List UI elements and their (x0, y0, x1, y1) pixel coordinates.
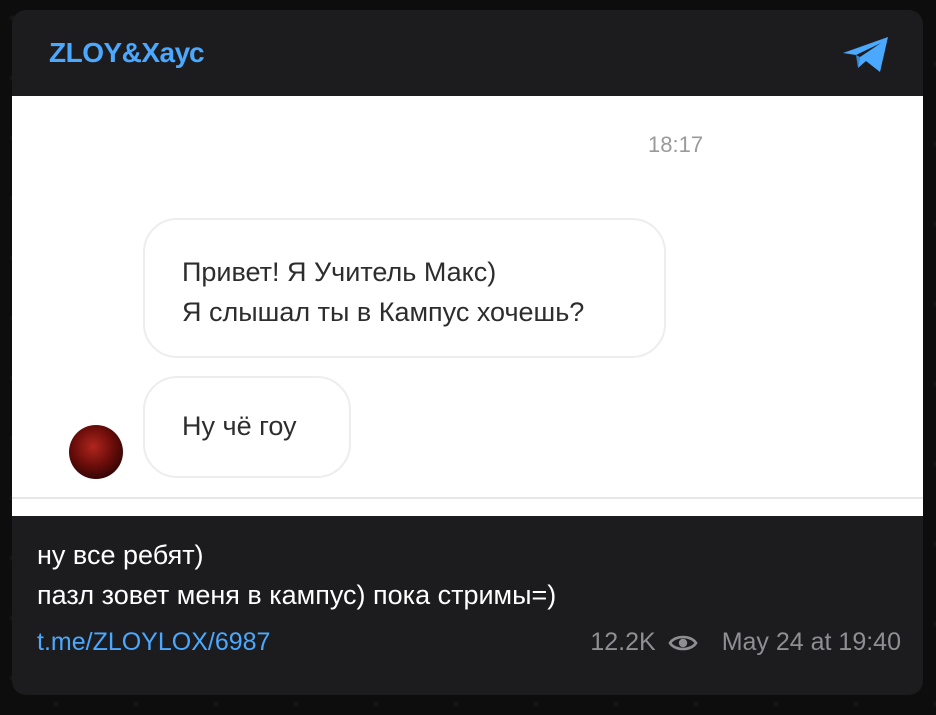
post-text-line: ну все ребят) (37, 540, 204, 570)
bubble-line: Привет! Я Учитель Макс) (182, 257, 497, 287)
post-link[interactable]: t.me/ZLOYLOX/6987 (37, 628, 270, 657)
telegram-plane-icon[interactable] (840, 35, 892, 75)
post-text: ну все ребят) пазл зовет меня в кампус) … (37, 535, 877, 615)
eye-icon (668, 635, 698, 650)
chat-bubble-reply: Ну чё гоу (143, 376, 351, 478)
post-header: ZLOY&Хаус (12, 10, 923, 96)
bubble-line: Ну чё гоу (182, 411, 297, 441)
post-text-line: пазл зовет меня в кампус) пока стримы=) (37, 580, 557, 610)
chat-bubble-greeting: Привет! Я Учитель Макс) Я слышал ты в Ка… (143, 218, 666, 358)
post-date: May 24 at 19:40 (721, 628, 901, 656)
avatar (69, 425, 123, 479)
message-time: 18:17 (648, 132, 704, 157)
views-count: 12.2K (590, 628, 656, 656)
chat-screenshot-image[interactable]: 18:17 Привет! Я Учитель Макс) Я слышал т… (12, 96, 923, 516)
divider (12, 497, 923, 499)
bubble-line: Я слышал ты в Кампус хочешь? (182, 297, 585, 327)
post-meta: 12.2K May 24 at 19:40 (590, 628, 901, 657)
channel-name[interactable]: ZLOY&Хаус (49, 37, 205, 69)
